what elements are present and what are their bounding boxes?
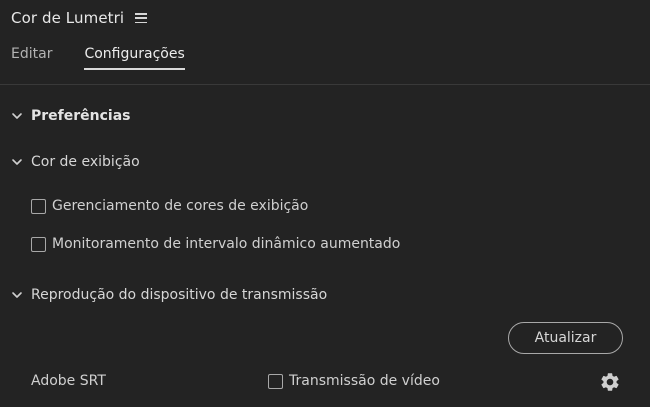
video-transmission-label: Transmissão de vídeo	[289, 373, 440, 389]
section-preferences-header[interactable]: Preferências	[11, 108, 131, 124]
section-transmit-header[interactable]: Reprodução do dispositivo de transmissão	[11, 287, 327, 303]
device-name-adobe-srt: Adobe SRT	[31, 373, 106, 389]
tab-edit[interactable]: Editar	[11, 46, 52, 70]
chevron-down-icon	[12, 113, 22, 119]
section-transmit-label: Reprodução do dispositivo de transmissão	[31, 287, 328, 303]
display-color-management-checkbox[interactable]	[31, 198, 46, 214]
hdr-monitoring-option: Monitoramento de intervalo dinâmico aume…	[31, 236, 400, 252]
panel-header: Cor de Lumetri	[11, 8, 148, 28]
video-transmission-option: Transmissão de vídeo	[268, 373, 440, 389]
chevron-down-icon	[12, 292, 22, 298]
video-transmission-checkbox[interactable]	[268, 373, 283, 389]
hamburger-menu-icon[interactable]	[135, 13, 148, 23]
section-preferences-label: Preferências	[31, 108, 131, 124]
display-color-management-option: Gerenciamento de cores de exibição	[31, 198, 308, 214]
hdr-monitoring-label: Monitoramento de intervalo dinâmico aume…	[52, 236, 401, 252]
chevron-down-icon	[12, 159, 22, 165]
gear-icon[interactable]	[599, 371, 621, 393]
header-divider	[0, 84, 650, 85]
hdr-monitoring-checkbox[interactable]	[31, 236, 46, 252]
display-color-management-label: Gerenciamento de cores de exibição	[52, 198, 309, 214]
section-display-color-label: Cor de exibição	[31, 154, 140, 170]
lumetri-color-panel: Cor de Lumetri Editar Configurações Pref…	[0, 0, 650, 407]
update-button[interactable]: Atualizar	[508, 322, 623, 354]
tab-bar: Editar Configurações	[11, 46, 217, 72]
panel-title: Cor de Lumetri	[11, 9, 125, 27]
section-display-color-header[interactable]: Cor de exibição	[11, 154, 140, 170]
tab-settings[interactable]: Configurações	[84, 46, 186, 70]
